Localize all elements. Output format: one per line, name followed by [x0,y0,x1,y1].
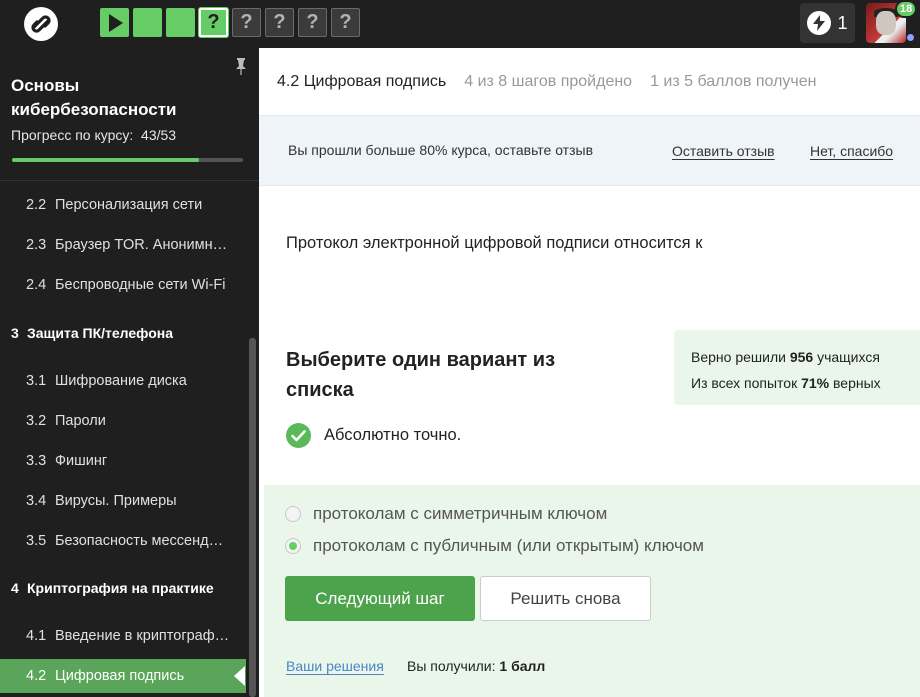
step-navigation: ? ? ? ? ? [100,8,360,37]
sidebar-lesson-2-3[interactable]: 2.3 Браузер TOR. Анонимность [0,228,246,262]
progress-bar [12,158,243,162]
sidebar-section-3[interactable]: 3 Защита ПК/телефона [0,316,246,350]
leave-review-link[interactable]: Оставить отзыв [672,143,775,159]
result-message: Абсолютно точно. [286,423,461,448]
solved-stat: Верно решили 956 учащихся [691,349,880,365]
task-heading: Выберите один вариант из списка [286,349,556,401]
step-8[interactable]: ? [331,8,360,37]
sidebar-lesson-3-3[interactable]: 3.3 Фишинг [0,444,246,478]
result-text: Абсолютно точно. [324,426,462,444]
step-3[interactable] [166,8,195,37]
course-progress: Прогресс по курсу: 43/53 [11,127,176,143]
received-points: Вы получили: 1 балл [407,658,546,674]
answer-option-label: протоколам с симметричным ключом [313,504,608,523]
step-6[interactable]: ? [265,8,294,37]
steps-passed: 4 из 8 шагов пройдено [464,72,633,90]
sidebar-lesson-3-1[interactable]: 3.1 Шифрование диска [0,364,246,398]
review-banner: Вы прошли больше 80% курса, оставьте отз… [259,115,920,186]
step-1-video[interactable] [100,8,129,37]
your-solutions-link[interactable]: Ваши решения [286,658,384,674]
energy-button[interactable]: 1 [800,3,855,43]
progress-label: Прогресс по курсу: [11,127,134,143]
play-icon [109,13,123,32]
attempts-stat: Из всех попыток 71% верных [691,375,881,391]
retry-button[interactable]: Решить снова [480,576,651,621]
sidebar-lesson-2-2[interactable]: 2.2 Персонализация сети [0,188,246,222]
check-icon [286,423,311,448]
answer-option-label: протоколам с публичным (или открытым) кл… [313,536,704,555]
step-7[interactable]: ? [298,8,327,37]
sidebar-lesson-4-1[interactable]: 4.1 Введение в криптографию [0,619,246,653]
sidebar-lesson-3-5[interactable]: 3.5 Безопасность мессенджеров [0,524,246,558]
step-5[interactable]: ? [232,8,261,37]
sidebar-lesson-2-4[interactable]: 2.4 Беспроводные сети Wi-Fi [0,268,246,302]
question-text: Протокол электронной цифровой подписи от… [286,234,703,252]
course-sidebar: Основы кибербезопасности Прогресс по кур… [0,48,259,697]
online-status-dot [906,33,915,42]
energy-count: 1 [837,12,848,33]
radio-button[interactable] [285,506,301,522]
answer-panel: протоколам с симметричным ключом протоко… [264,485,920,697]
notification-badge[interactable]: 18 [895,0,918,18]
active-lesson-pointer [234,666,245,686]
sidebar-lesson-4-2-active[interactable]: 4.2 Цифровая подпись [0,659,246,693]
sidebar-lesson-3-4[interactable]: 3.4 Вирусы. Примеры [0,484,246,518]
decline-review-link[interactable]: Нет, спасибо [810,143,893,159]
sidebar-scrollbar[interactable] [249,338,256,697]
answer-option-2[interactable]: протоколам с публичным (или открытым) кл… [285,536,704,556]
step-2[interactable] [133,8,162,37]
lightning-icon [807,11,832,35]
score-status: 1 из 5 баллов получен [650,72,817,90]
divider [0,180,259,181]
next-step-button[interactable]: Следующий шаг [285,576,475,621]
radio-button-selected[interactable] [285,538,301,554]
answer-option-1[interactable]: протоколам с симметричным ключом [285,504,607,524]
sidebar-section-4[interactable]: 4 Криптография на практике [0,571,246,605]
step-header: 4.2 Цифровая подпись 4 из 8 шагов пройде… [259,48,920,115]
step-4-current[interactable]: ? [199,8,228,37]
pin-icon[interactable] [235,58,247,76]
progress-bar-fill [12,158,200,162]
top-bar: ? ? ? ? ? 1 18 [0,0,920,48]
step-title: 4.2 Цифровая подпись [277,72,447,90]
review-banner-text: Вы прошли больше 80% курса, оставьте отз… [288,142,594,158]
stats-panel: Верно решили 956 учащихся Из всех попыто… [674,330,920,405]
logo-icon[interactable] [23,6,59,42]
sidebar-lesson-3-2[interactable]: 3.2 Пароли [0,404,246,438]
progress-value: 43/53 [141,127,177,143]
course-title[interactable]: Основы кибербезопасности [11,74,221,122]
